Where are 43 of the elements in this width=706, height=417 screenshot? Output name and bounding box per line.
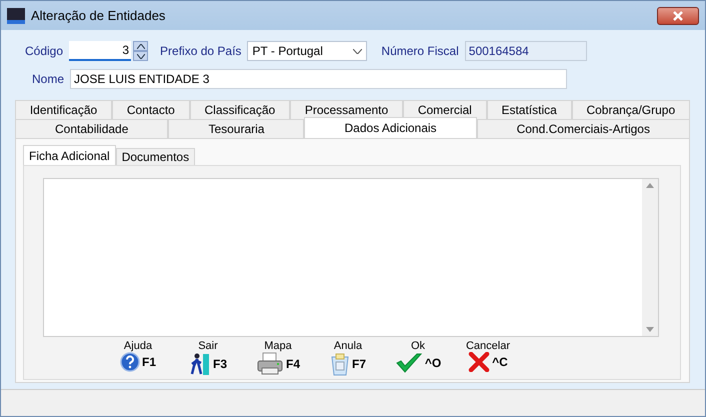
printer-icon [256,352,284,376]
tab[interactable]: Comercial [403,100,487,119]
walking-person-icon [188,352,211,376]
tab[interactable]: Documentos [116,148,196,165]
tab[interactable]: Dados Adicionais [304,117,477,138]
chevron-down-icon [353,48,362,54]
recycle-bin-icon [330,352,350,376]
spin-up-button[interactable] [133,41,148,51]
tab[interactable]: Ficha Adicional [23,145,116,165]
tab[interactable]: Processamento [290,100,403,119]
toolbar-button[interactable]: Anula F7 [318,340,378,376]
toolbar-button[interactable]: Mapa F4 [248,340,308,376]
toolbar-button[interactable]: Cancelar ^C [458,340,518,376]
scrollbar[interactable] [642,179,658,336]
window-title: Alteração de Entidades [31,8,166,23]
cross-icon [468,352,490,372]
tab[interactable]: Estatística [486,100,572,119]
spin-down-button[interactable] [133,51,148,61]
tab[interactable]: Tesouraria [168,119,304,138]
toolbar-button[interactable]: Ajuda F1 [108,340,168,376]
field-label: Código [25,44,64,58]
app-icon [7,8,25,24]
field-label: Nome [32,72,64,86]
scroll-up-icon [646,183,654,188]
checkmark-icon [394,352,423,374]
tab[interactable]: Contacto [112,100,190,119]
tab[interactable]: Cobrança/Grupo [572,100,690,119]
tab[interactable]: Contabilidade [15,119,168,138]
field-label: Número Fiscal [381,44,459,58]
close-icon [672,10,684,20]
code-field[interactable]: 3 [69,41,132,61]
tab[interactable]: Identificação [15,100,112,119]
field-label: Prefixo do País [160,44,242,58]
help-icon [120,352,140,372]
name-field[interactable]: JOSE LUIS ENTIDADE 3 [70,69,568,89]
close-button[interactable] [657,6,699,24]
scroll-down-icon [646,327,654,332]
tab[interactable]: Cond.Comerciais-Artigos [476,119,690,138]
toolbar-button[interactable]: Sair F3 [178,340,238,376]
tax-number-field: 500164584 [464,41,587,61]
tab[interactable]: Classificação [190,100,290,119]
country-dropdown[interactable]: PT - Portugal [247,41,368,61]
toolbar-button[interactable]: Ok ^O [388,340,448,376]
